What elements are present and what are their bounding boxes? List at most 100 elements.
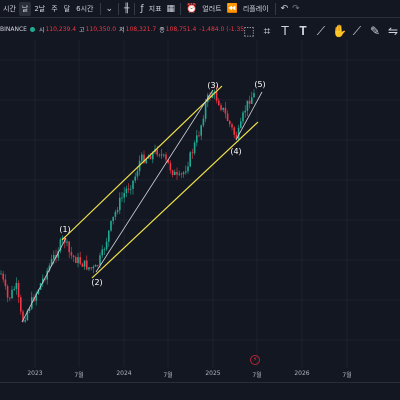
candle-body — [204, 102, 207, 119]
candle-body — [237, 127, 240, 139]
alarm-clock-icon[interactable]: ⏰ — [184, 0, 199, 18]
candle-body — [88, 267, 90, 270]
candle-body — [198, 135, 200, 137]
axis-label: 7월 — [74, 372, 84, 379]
candle-body — [169, 163, 172, 171]
wave-trend-line — [235, 91, 263, 141]
timeframe-6hour[interactable]: 6시간 — [73, 0, 96, 18]
candle-body — [196, 135, 198, 143]
chart-grid — [0, 40, 400, 367]
candle-body — [79, 257, 81, 264]
wave-labels: (1) (2) (3) (4) (5) — [59, 80, 265, 287]
timeframe-day[interactable]: 날 — [18, 1, 32, 16]
open-key: 시 — [38, 26, 45, 34]
hand-icon[interactable]: ✋ — [332, 24, 347, 38]
candle-body — [156, 149, 158, 155]
price-chart[interactable]: (1) (2) (3) (4) (5) — [0, 40, 400, 367]
candle-style-icon[interactable]: ╫ — [122, 0, 131, 18]
timeframe-hour[interactable]: 시간 — [0, 0, 19, 18]
ruler-icon[interactable]: ⟋ — [350, 24, 364, 39]
redo-icon[interactable]: ↷ — [290, 0, 302, 18]
exchange-label: BINANCE — [0, 25, 27, 33]
candle-body — [200, 125, 202, 136]
candle-body — [86, 260, 88, 270]
candle-body — [253, 93, 255, 98]
candle-body — [193, 142, 196, 154]
undo-icon[interactable]: ↶ — [279, 0, 291, 18]
candle-body — [66, 241, 68, 243]
candle-body — [125, 188, 128, 193]
divider — [99, 2, 101, 15]
candle-body — [220, 105, 222, 110]
text-tool-icon[interactable]: 𝐓 — [296, 24, 310, 39]
trend-line-icon[interactable]: ⟋ — [314, 24, 328, 39]
selection-icon[interactable]: ⬚ — [242, 24, 256, 38]
replay-button[interactable]: 리플레이 — [240, 0, 272, 18]
candle-body — [189, 152, 191, 167]
candle-body — [130, 188, 132, 190]
channel-lines — [21, 85, 263, 323]
market-status-dot — [29, 26, 35, 32]
candle-body — [218, 100, 220, 106]
time-axis: 2023 7월 2024 7월 2025 7월 2026 7월 — [0, 367, 400, 381]
candle-body — [242, 112, 244, 122]
candle-body — [158, 154, 161, 156]
drawing-toolbar: ⬚ ⌗ T 𝐓 ⟋ ✋ ⟋ ✎ ⇋ — [242, 20, 400, 42]
close-value: 108,751.4 — [165, 25, 197, 33]
candle-body — [160, 154, 163, 156]
timeframe-month[interactable]: 달 — [61, 0, 73, 18]
alert-button[interactable]: 얼러트 — [199, 0, 224, 18]
pattern-icon[interactable]: ⇋ — [386, 24, 400, 38]
wave-trend-line — [21, 237, 67, 323]
frame-icon[interactable]: ⌗ — [260, 24, 274, 39]
candle-body — [4, 279, 7, 287]
candle-body — [121, 197, 123, 199]
symbol-legend: BINANCE 시 110,239.4 고 110,350.0 저 108,32… — [0, 24, 247, 34]
candle-body — [105, 241, 108, 250]
candle-body — [141, 154, 143, 161]
wave-label: (4) — [230, 147, 241, 156]
candle-body — [246, 100, 249, 111]
candle-body — [11, 289, 13, 299]
candle-body — [171, 170, 174, 176]
candle-body — [174, 171, 176, 176]
wave-label: (2) — [91, 278, 102, 287]
upper-channel-line — [61, 85, 223, 241]
candle-body — [202, 118, 205, 126]
candle-body — [9, 297, 11, 299]
wave-label: (5) — [254, 80, 265, 89]
candle-body — [224, 107, 227, 114]
candle-body — [187, 166, 189, 172]
timeframe-week[interactable]: 주 — [48, 0, 60, 18]
bottom-panel — [0, 382, 400, 400]
wave-label: (1) — [59, 225, 70, 234]
candle-body — [103, 249, 106, 251]
candle-body — [13, 288, 15, 290]
candle-body — [77, 257, 79, 264]
templates-icon[interactable]: ▦ — [165, 0, 178, 18]
candle-body — [75, 257, 77, 264]
timeframe-2day[interactable]: 2날 — [31, 0, 48, 18]
candle-body — [229, 120, 231, 125]
chevron-down-icon[interactable]: ⌄ — [104, 0, 116, 18]
candles — [0, 86, 255, 323]
candle-body — [240, 121, 242, 128]
candle-body — [149, 156, 152, 160]
high-value: 110,350.0 — [85, 25, 117, 33]
change-value: -1,484.0 (-1.35 — [199, 25, 245, 33]
lower-channel-line — [91, 121, 259, 279]
news-event-icon[interactable]: ⚡ — [250, 355, 260, 365]
divider — [134, 2, 136, 15]
candle-body — [244, 110, 246, 113]
close-key: 종 — [159, 26, 165, 34]
candle-body — [101, 249, 103, 256]
indicators-button[interactable]: 지표 — [146, 0, 165, 18]
replay-icon[interactable]: ⏪ — [225, 0, 240, 18]
candle-body — [251, 97, 253, 104]
candle-body — [53, 255, 55, 260]
candle-body — [116, 210, 119, 212]
indicators-icon[interactable]: ƒ — [138, 0, 145, 18]
brush-icon[interactable]: ✎ — [368, 24, 382, 38]
text-tool-icon[interactable]: T — [278, 24, 292, 38]
axis-label: 7월 — [163, 372, 173, 379]
